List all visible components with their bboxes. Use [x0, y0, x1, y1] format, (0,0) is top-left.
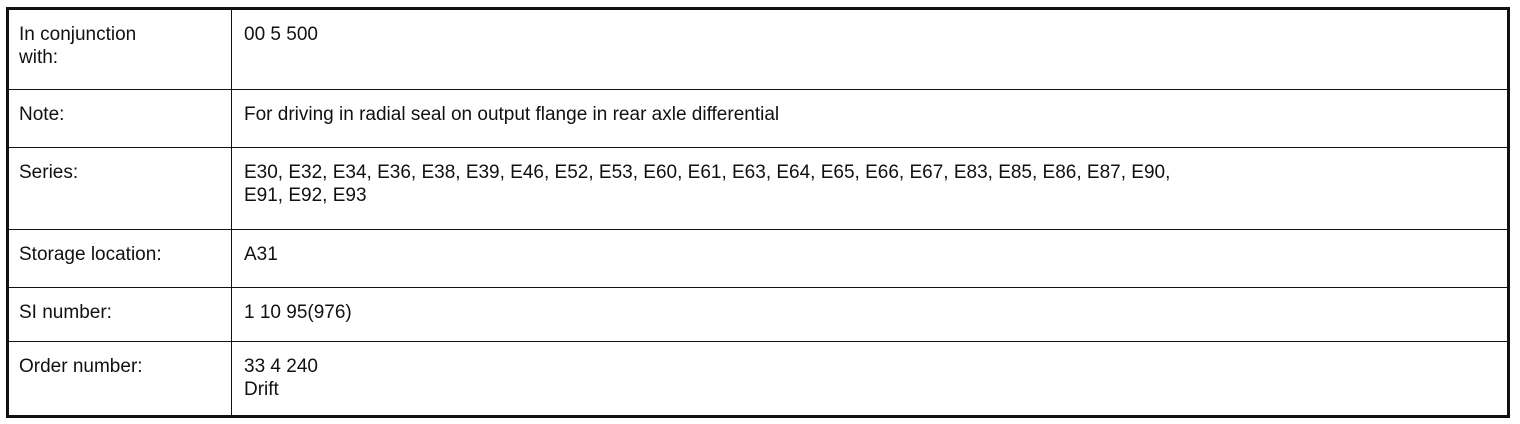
- value-line: For driving in radial seal on output fla…: [244, 104, 780, 125]
- tool-spec-table: In conjunction with: 00 5 500 Note: For …: [6, 7, 1510, 418]
- row-label-order-number: Order number:: [9, 342, 232, 415]
- value-line: E91, E92, E93: [244, 185, 367, 206]
- table-row-series: Series: E30, E32, E34, E36, E38, E39, E4…: [9, 148, 1507, 230]
- table-row-si-number: SI number: 1 10 95(976): [9, 288, 1507, 342]
- table-row-order-number: Order number: 33 4 240 Drift: [9, 342, 1507, 415]
- row-value-series: E30, E32, E34, E36, E38, E39, E46, E52, …: [232, 148, 1507, 229]
- row-value-si-number: 1 10 95(976): [232, 288, 1507, 341]
- value-line: Drift: [244, 379, 279, 400]
- table-row-in-conjunction-with: In conjunction with: 00 5 500: [9, 10, 1507, 90]
- row-value-in-conjunction-with: 00 5 500: [232, 10, 1507, 89]
- row-label-note: Note:: [9, 90, 232, 147]
- row-value-order-number: 33 4 240 Drift: [232, 342, 1507, 415]
- value-line: A31: [244, 244, 278, 265]
- value-line: E30, E32, E34, E36, E38, E39, E46, E52, …: [244, 162, 1171, 183]
- value-line: 33 4 240: [244, 356, 318, 377]
- row-label-si-number: SI number:: [9, 288, 232, 341]
- row-label-storage-location: Storage location:: [9, 230, 232, 287]
- table-row-storage-location: Storage location: A31: [9, 230, 1507, 288]
- row-label-series: Series:: [9, 148, 232, 229]
- value-line: 00 5 500: [244, 24, 318, 45]
- table-row-note: Note: For driving in radial seal on outp…: [9, 90, 1507, 148]
- row-label-in-conjunction-with: In conjunction with:: [9, 10, 232, 89]
- row-value-note: For driving in radial seal on output fla…: [232, 90, 1507, 147]
- value-line: 1 10 95(976): [244, 302, 352, 323]
- row-value-storage-location: A31: [232, 230, 1507, 287]
